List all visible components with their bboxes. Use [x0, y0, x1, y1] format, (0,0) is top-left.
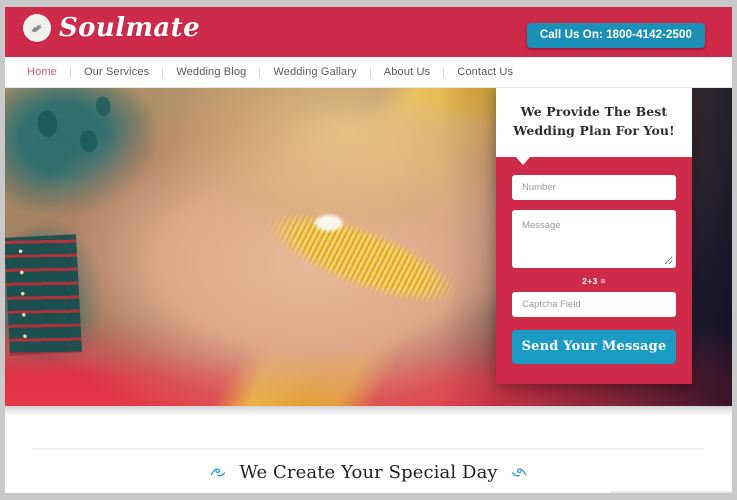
swirl-flourish-icon-right	[510, 466, 527, 479]
main-navigation: Home Our Services Wedding Blog Wedding G…	[5, 57, 732, 88]
dove-badge-icon	[23, 14, 51, 42]
nav-item-about-us[interactable]: About Us	[371, 66, 443, 78]
page-frame: Soulmate Call Us On: 1800-4142-2500 Home…	[5, 7, 732, 493]
contact-form-heading: We Provide The Best Wedding Plan For You…	[513, 104, 675, 139]
captcha-question: 2+3 =	[582, 275, 606, 286]
tagline-band: We Create Your Special Day	[33, 448, 704, 493]
contact-form-body: 2+3 = Send Your Message	[496, 156, 692, 384]
brand-name: Soulmate	[59, 13, 201, 43]
nav-item-wedding-blog[interactable]: Wedding Blog	[163, 66, 259, 78]
nav-item-home[interactable]: Home	[27, 66, 70, 78]
site-header: Soulmate Call Us On: 1800-4142-2500	[5, 7, 732, 57]
send-message-button[interactable]: Send Your Message	[512, 329, 676, 364]
tagline-text: We Create Your Special Day	[239, 461, 498, 483]
site-logo[interactable]: Soulmate	[23, 14, 200, 42]
tagline-section: We Create Your Special Day	[5, 406, 732, 493]
hero-fabric-pattern	[7, 88, 139, 184]
nav-item-wedding-gallary[interactable]: Wedding Gallary	[260, 66, 369, 78]
captcha-input[interactable]	[512, 291, 676, 317]
nav-item-our-services[interactable]: Our Services	[71, 66, 162, 78]
number-input[interactable]	[512, 174, 676, 200]
contact-form-header: We Provide The Best Wedding Plan For You…	[496, 88, 692, 157]
section-shadow	[5, 406, 732, 416]
message-input[interactable]	[512, 209, 676, 268]
call-us-button[interactable]: Call Us On: 1800-4142-2500	[526, 23, 705, 48]
hero-highlight	[315, 215, 343, 231]
hero-sleeve-cuff	[5, 234, 83, 356]
formget-watermark: FormGet	[610, 491, 732, 493]
contact-form-card: We Provide The Best Wedding Plan For You…	[496, 88, 692, 384]
swirl-flourish-icon-left	[210, 466, 227, 479]
hero-banner: We Provide The Best Wedding Plan For You…	[5, 88, 732, 406]
nav-item-contact-us[interactable]: Contact Us	[444, 66, 526, 78]
callout-pointer-icon	[516, 156, 530, 165]
